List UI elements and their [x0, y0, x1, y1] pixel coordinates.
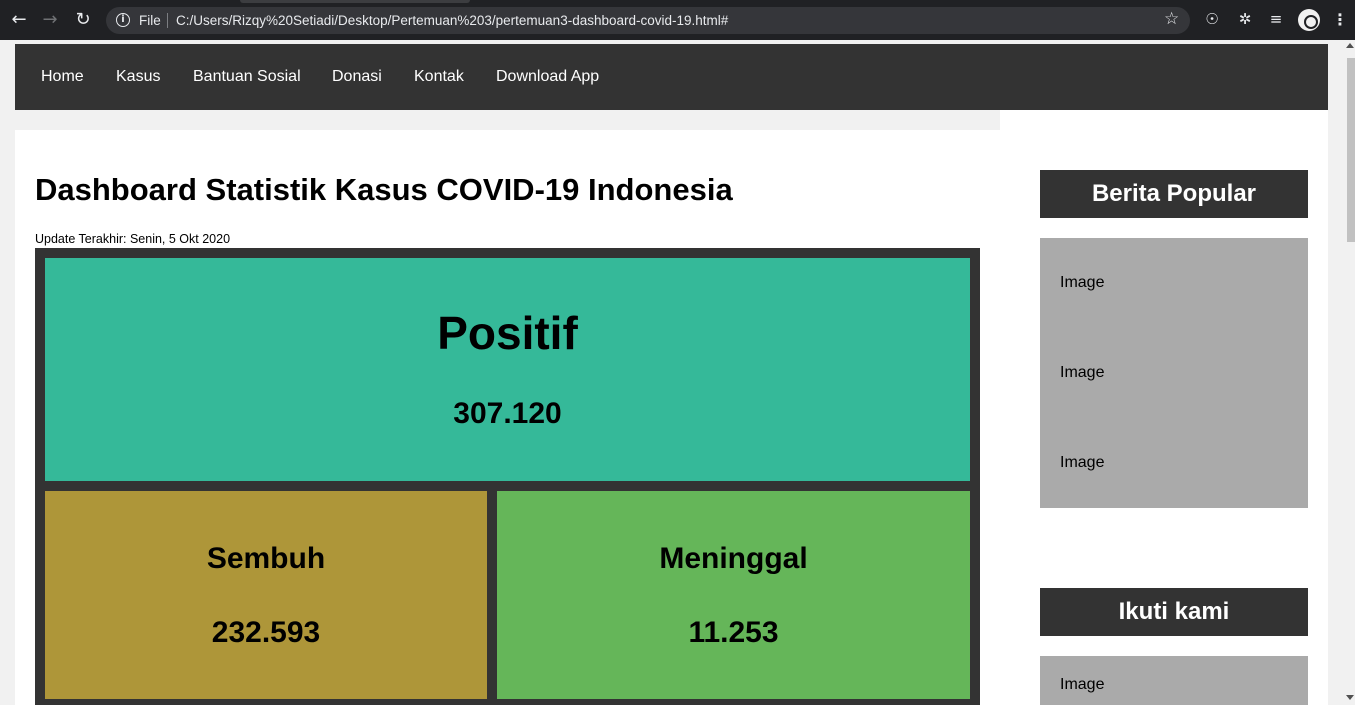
deaths-label: Meninggal: [659, 542, 808, 575]
forward-icon[interactable]: →: [39, 9, 61, 31]
deaths-value: 11.253: [688, 616, 779, 649]
address-separator: [167, 13, 168, 28]
url-scheme: File: [139, 13, 161, 28]
page: Home Kasus Bantuan Sosial Donasi Kontak …: [0, 40, 1355, 705]
recovered-card: Sembuh 232.593: [45, 491, 487, 699]
globe-icon[interactable]: ☉: [1203, 10, 1221, 28]
follow-us-images: Image: [1040, 656, 1308, 705]
positive-value: 307.120: [453, 397, 562, 430]
image-placeholder[interactable]: Image: [1060, 454, 1104, 472]
recovered-value: 232.593: [211, 616, 321, 649]
positive-card: Positif 307.120: [45, 258, 970, 481]
playlist-icon[interactable]: ≡: [1267, 10, 1285, 28]
nav-home[interactable]: Home: [41, 68, 84, 86]
image-placeholder[interactable]: Image: [1060, 364, 1104, 382]
browser-toolbar: ← → ↻ i File C:/Users/Rizqy%20Setiadi/De…: [0, 0, 1355, 40]
image-placeholder[interactable]: Image: [1060, 676, 1104, 694]
url-text[interactable]: C:/Users/Rizqy%20Setiadi/Desktop/Pertemu…: [176, 13, 728, 28]
image-placeholder[interactable]: Image: [1060, 274, 1104, 292]
scroll-down-icon[interactable]: [1346, 695, 1354, 700]
site-info-icon[interactable]: i: [116, 13, 130, 27]
recovered-label: Sembuh: [206, 542, 326, 575]
puzzle-icon[interactable]: ✲: [1236, 10, 1254, 28]
scroll-up-icon[interactable]: [1346, 43, 1354, 48]
reload-icon[interactable]: ↻: [72, 9, 94, 31]
back-icon[interactable]: ←: [8, 9, 30, 31]
popular-news-heading: Berita Popular: [1040, 170, 1308, 218]
positive-label: Positif: [437, 307, 578, 359]
nav-download-app[interactable]: Download App: [496, 68, 599, 86]
star-icon[interactable]: ☆: [1164, 9, 1179, 29]
nav-kasus[interactable]: Kasus: [116, 68, 160, 86]
nav-donasi[interactable]: Donasi: [332, 68, 382, 86]
address-bar[interactable]: i File C:/Users/Rizqy%20Setiadi/Desktop/…: [106, 7, 1190, 34]
follow-us-heading: Ikuti kami: [1040, 588, 1308, 636]
page-title: Dashboard Statistik Kasus COVID-19 Indon…: [35, 172, 733, 207]
deaths-card: Meninggal 11.253: [497, 491, 970, 699]
nav-kontak[interactable]: Kontak: [414, 68, 464, 86]
scrollbar-thumb[interactable]: [1347, 58, 1355, 242]
kebab-icon[interactable]: ⋮: [1332, 10, 1348, 30]
nav-bantuan-sosial[interactable]: Bantuan Sosial: [193, 68, 301, 86]
last-update-text: Update Terakhir: Senin, 5 Okt 2020: [35, 232, 231, 246]
main-content: Dashboard Statistik Kasus COVID-19 Indon…: [15, 130, 1000, 705]
page-scrollbar[interactable]: [1345, 40, 1355, 705]
sidebar: Berita Popular Image Image Image Ikuti k…: [1000, 110, 1328, 705]
popular-news-images: Image Image Image: [1040, 238, 1308, 508]
statistics-dashboard: Positif 307.120 Sembuh 232.593 Meninggal…: [35, 248, 980, 705]
active-tab-indicator: [240, 0, 470, 3]
profile-avatar[interactable]: [1298, 9, 1320, 31]
top-navigation: Home Kasus Bantuan Sosial Donasi Kontak …: [15, 44, 1328, 110]
